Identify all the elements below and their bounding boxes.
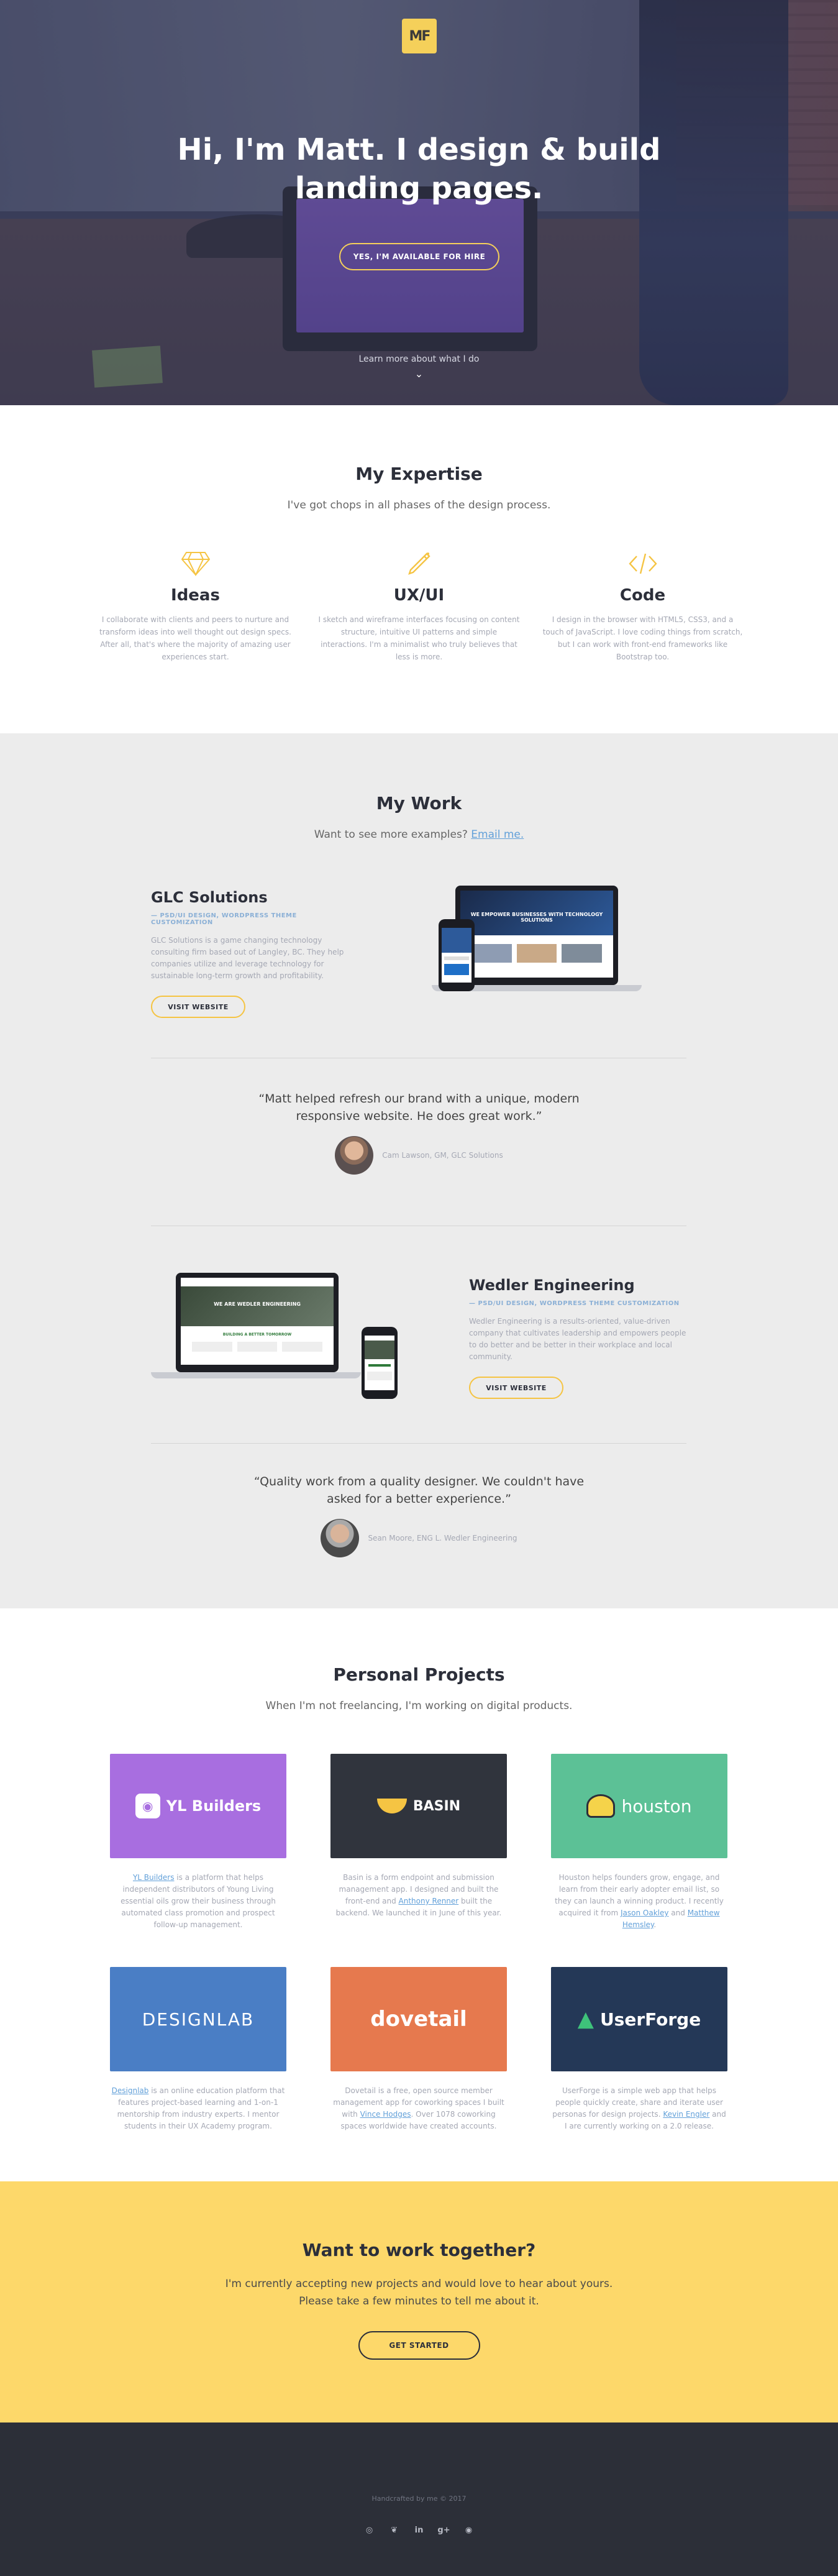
flame-icon: ▲ [577,2007,594,2032]
expertise-uxui: UX/UI I sketch and wireframe interfaces … [314,551,525,663]
work-title: My Work [376,793,462,814]
expertise-code: Code I design in the browser with HTML5,… [537,551,749,663]
dovetail-thumbnail[interactable]: dovetail [330,1967,507,2071]
code-icon [537,551,749,579]
avatar [321,1519,360,1557]
diamond-icon [90,551,301,579]
visit-website-button[interactable]: VISIT WEBSITE [151,996,245,1018]
project-wedler: Wedler Engineering — PSD/UI DESIGN, WORD… [469,1277,686,1399]
project-card-userforge: ▲ UserForge UserForge is a simple web ap… [551,1967,727,2132]
chevron-down-icon[interactable]: ⌄ [0,368,838,380]
personal-title: Personal Projects [333,1664,505,1685]
social-links: ◎ ❦ in g+ ◉ [0,2523,838,2537]
anthony-renner-link[interactable]: Anthony Renner [399,1897,459,1905]
avatar [335,1136,374,1175]
kevin-engler-link[interactable]: Kevin Engler [663,2110,709,2119]
userforge-thumbnail[interactable]: ▲ UserForge [551,1967,727,2071]
yl-builders-thumbnail[interactable]: ◉ YL Builders [110,1754,286,1858]
personal-subtitle: When I'm not freelancing, I'm working on… [265,1700,573,1712]
learn-more-link[interactable]: Learn more about what I do [0,354,838,364]
hero-section: MF Hi, I'm Matt. I design & build landin… [0,0,838,405]
cta-text: I'm currently accepting new projects and… [225,2278,613,2308]
testimonial-glc: “Matt helped refresh our brand with a un… [0,1090,838,1175]
visit-website-button[interactable]: VISIT WEBSITE [469,1377,563,1399]
pen-icon [314,551,525,579]
robot-icon [586,1794,616,1818]
project-card-houston: houston Houston helps founders grow, eng… [551,1754,727,1931]
footer: Handcrafted by me © 2017 ◎ ❦ in g+ ◉ [0,2422,838,2576]
designlab-thumbnail[interactable]: DESIGNLAB [110,1967,286,2071]
expertise-section: My Expertise I've got chops in all phase… [0,405,838,733]
project-card-basin: BASIN Basin is a form endpoint and submi… [330,1754,507,1931]
twitter-icon[interactable]: ❦ [387,2523,402,2537]
project-glc: GLC Solutions — PSD/UI DESIGN, WORDPRESS… [151,889,356,1018]
project-card-designlab: DESIGNLAB Designlab is an online educati… [110,1967,286,2132]
work-subtitle: Want to see more examples? Email me. [314,828,524,841]
work-together-section: Want to work together? I'm currently acc… [0,2181,838,2422]
drop-icon: ◉ [135,1794,160,1818]
designlab-link[interactable]: Designlab [112,2086,149,2095]
yl-builders-link[interactable]: YL Builders [133,1873,175,1882]
hero-headline: Hi, I'm Matt. I design & build landing p… [177,132,661,206]
bowl-icon [376,1799,407,1813]
work-section: My Work Want to see more examples? Email… [0,733,838,1608]
github-icon[interactable]: ◉ [462,2523,476,2537]
get-started-button[interactable]: GET STARTED [358,2331,480,2360]
email-me-link[interactable]: Email me. [471,828,524,841]
project-card-dovetail: dovetail Dovetail is a free, open source… [330,1967,507,2132]
expertise-ideas: Ideas I collaborate with clients and pee… [90,551,301,663]
linkedin-icon[interactable]: in [412,2523,427,2537]
testimonial-wedler: “Quality work from a quality designer. W… [0,1473,838,1557]
footer-credit: Handcrafted by me © 2017 [371,2495,467,2503]
dribbble-icon[interactable]: ◎ [362,2523,377,2537]
googleplus-icon[interactable]: g+ [437,2523,452,2537]
personal-projects-section: Personal Projects When I'm not freelanci… [0,1608,838,2181]
expertise-title: My Expertise [355,464,483,484]
hire-button[interactable]: YES, I'M AVAILABLE FOR HIRE [339,243,499,270]
expertise-subtitle: I've got chops in all phases of the desi… [287,499,551,511]
vince-hodges-link[interactable]: Vince Hodges [360,2110,411,2119]
houston-thumbnail[interactable]: houston [551,1754,727,1858]
project-card-yl-builders: ◉ YL Builders YL Builders is a platform … [110,1754,286,1931]
jason-oakley-link[interactable]: Jason Oakley [621,1909,668,1917]
site-logo[interactable]: MF [402,19,437,53]
cta-title: Want to work together? [302,2240,536,2260]
basin-thumbnail[interactable]: BASIN [330,1754,507,1858]
